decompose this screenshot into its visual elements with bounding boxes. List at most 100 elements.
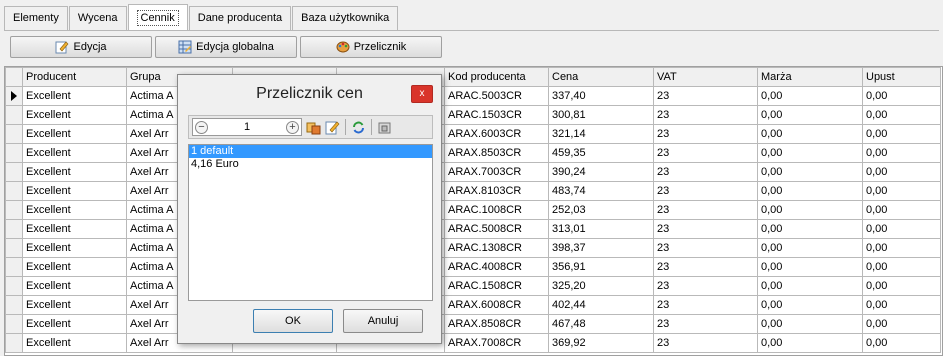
- row-indicator[interactable]: [5, 314, 23, 334]
- cell-marza[interactable]: 0,00: [757, 333, 863, 353]
- cell-marza[interactable]: 0,00: [757, 181, 863, 201]
- table-row[interactable]: Excellent Actima A ARAC.1508CR 325,20 23 0,00…: [5, 276, 941, 296]
- table-row[interactable]: Excellent Actima A ARAC.1503CR 300,81 23 0,00…: [5, 105, 941, 125]
- cell-cena[interactable]: 325,20: [548, 276, 654, 296]
- delete-icon[interactable]: [377, 120, 392, 135]
- cell-cena[interactable]: 459,35: [548, 143, 654, 163]
- table-row[interactable]: Excellent Axel Arr ARAX.7003CR 390,24 23 0,00…: [5, 162, 941, 182]
- cell-producent[interactable]: Excellent: [22, 162, 127, 182]
- row-indicator[interactable]: [5, 238, 23, 258]
- ok-button[interactable]: OK: [253, 309, 333, 333]
- table-row[interactable]: Excellent Actima A ARAC.5003CR 337,40 23 0,00…: [5, 86, 941, 106]
- cell-producent[interactable]: Excellent: [22, 105, 127, 125]
- row-indicator[interactable]: [5, 200, 23, 220]
- cell-vat[interactable]: 23: [653, 295, 758, 315]
- cell-upust[interactable]: 0,00: [862, 181, 941, 201]
- cell-marza[interactable]: 0,00: [757, 200, 863, 220]
- cell-vat[interactable]: 23: [653, 200, 758, 220]
- cell-cena[interactable]: 321,14: [548, 124, 654, 144]
- cell-producent[interactable]: Excellent: [22, 257, 127, 277]
- cell-cena[interactable]: 300,81: [548, 105, 654, 125]
- cell-cena[interactable]: 369,92: [548, 333, 654, 353]
- cell-marza[interactable]: 0,00: [757, 219, 863, 239]
- cell-marza[interactable]: 0,00: [757, 314, 863, 334]
- converter-button[interactable]: Przelicznik: [300, 36, 442, 58]
- cell-kod-producenta[interactable]: ARAX.7008CR: [444, 333, 549, 353]
- tab-wycena[interactable]: Wycena: [68, 6, 127, 30]
- cell-vat[interactable]: 23: [653, 314, 758, 334]
- cell-kod-producenta[interactable]: ARAX.8103CR: [444, 181, 549, 201]
- cell-vat[interactable]: 23: [653, 333, 758, 353]
- cell-upust[interactable]: 0,00: [862, 124, 941, 144]
- cell-kod-producenta[interactable]: ARAX.6008CR: [444, 295, 549, 315]
- cell-producent[interactable]: Excellent: [22, 219, 127, 239]
- cell-cena[interactable]: 337,40: [548, 86, 654, 106]
- cell-producent[interactable]: Excellent: [22, 314, 127, 334]
- global-edit-button[interactable]: Edycja globalna: [155, 36, 297, 58]
- cell-producent[interactable]: Excellent: [22, 181, 127, 201]
- row-indicator[interactable]: [5, 86, 23, 106]
- cell-producent[interactable]: Excellent: [22, 295, 127, 315]
- cell-kod-producenta[interactable]: ARAX.8508CR: [444, 314, 549, 334]
- row-indicator[interactable]: [5, 295, 23, 315]
- table-row[interactable]: Excellent Actima A ARAC.1008CR 252,03 23 0,00…: [5, 200, 941, 220]
- cell-kod-producenta[interactable]: ARAC.1008CR: [444, 200, 549, 220]
- cell-producent[interactable]: Excellent: [22, 124, 127, 144]
- column-header-kod-producenta[interactable]: Kod producenta: [444, 67, 549, 87]
- tab-dane-producenta[interactable]: Dane producenta: [188, 6, 292, 30]
- row-indicator[interactable]: [5, 219, 23, 239]
- row-indicator[interactable]: [5, 181, 23, 201]
- cell-vat[interactable]: 23: [653, 143, 758, 163]
- cell-upust[interactable]: 0,00: [862, 238, 941, 258]
- tab-baza-uzytkownika[interactable]: Baza użytkownika: [292, 6, 399, 30]
- cell-cena[interactable]: 390,24: [548, 162, 654, 182]
- close-button[interactable]: x: [411, 85, 433, 103]
- cell-upust[interactable]: 0,00: [862, 219, 941, 239]
- cell-vat[interactable]: 23: [653, 124, 758, 144]
- edit-button[interactable]: Edycja: [10, 36, 152, 58]
- cell-marza[interactable]: 0,00: [757, 295, 863, 315]
- cell-kod-producenta[interactable]: ARAC.5008CR: [444, 219, 549, 239]
- cell-marza[interactable]: 0,00: [757, 238, 863, 258]
- cell-producent[interactable]: Excellent: [22, 276, 127, 296]
- cell-upust[interactable]: 0,00: [862, 143, 941, 163]
- cell-kod-producenta[interactable]: ARAC.4008CR: [444, 257, 549, 277]
- cell-kod-producenta[interactable]: ARAX.8503CR: [444, 143, 549, 163]
- cell-marza[interactable]: 0,00: [757, 143, 863, 163]
- column-header-upust[interactable]: Upust: [862, 67, 941, 87]
- spinner-value[interactable]: 1: [244, 121, 250, 133]
- copy-icon[interactable]: [306, 120, 321, 135]
- cell-upust[interactable]: 0,00: [862, 105, 941, 125]
- list-item[interactable]: 1 default: [189, 145, 432, 158]
- increment-icon[interactable]: +: [286, 120, 299, 134]
- cell-cena[interactable]: 402,44: [548, 295, 654, 315]
- cell-cena[interactable]: 313,01: [548, 219, 654, 239]
- table-row[interactable]: Excellent Axel Arr ARAX.6008CR 402,44 23 0,00…: [5, 295, 941, 315]
- row-indicator[interactable]: [5, 257, 23, 277]
- cell-producent[interactable]: Excellent: [22, 200, 127, 220]
- table-row[interactable]: Excellent Axel Arr ARAX.7008CR 369,92 23 0,00…: [5, 333, 941, 353]
- cell-marza[interactable]: 0,00: [757, 257, 863, 277]
- cell-vat[interactable]: 23: [653, 105, 758, 125]
- cell-kod-producenta[interactable]: ARAC.5003CR: [444, 86, 549, 106]
- cell-upust[interactable]: 0,00: [862, 257, 941, 277]
- cell-vat[interactable]: 23: [653, 86, 758, 106]
- tab-elementy[interactable]: Elementy: [4, 6, 68, 30]
- cell-marza[interactable]: 0,00: [757, 124, 863, 144]
- cell-cena[interactable]: 467,48: [548, 314, 654, 334]
- table-row[interactable]: Excellent Actima A ARAC.1308CR 398,37 23 0,00…: [5, 238, 941, 258]
- cell-upust[interactable]: 0,00: [862, 162, 941, 182]
- cell-upust[interactable]: 0,00: [862, 86, 941, 106]
- cell-vat[interactable]: 23: [653, 257, 758, 277]
- row-indicator[interactable]: [5, 105, 23, 125]
- table-row[interactable]: Excellent Axel Arr ARAX.8508CR 467,48 23 0,00…: [5, 314, 941, 334]
- cancel-button[interactable]: Anuluj: [343, 309, 423, 333]
- row-indicator[interactable]: [5, 162, 23, 182]
- cell-producent[interactable]: Excellent: [22, 143, 127, 163]
- table-row[interactable]: Excellent Axel Arr ARAX.8503CR 459,35 23 0,00…: [5, 143, 941, 163]
- cell-upust[interactable]: 0,00: [862, 276, 941, 296]
- cell-upust[interactable]: 0,00: [862, 314, 941, 334]
- cell-upust[interactable]: 0,00: [862, 333, 941, 353]
- cell-vat[interactable]: 23: [653, 238, 758, 258]
- table-row[interactable]: Excellent Actima A ARAC.4008CR 356,91 23 0,00…: [5, 257, 941, 277]
